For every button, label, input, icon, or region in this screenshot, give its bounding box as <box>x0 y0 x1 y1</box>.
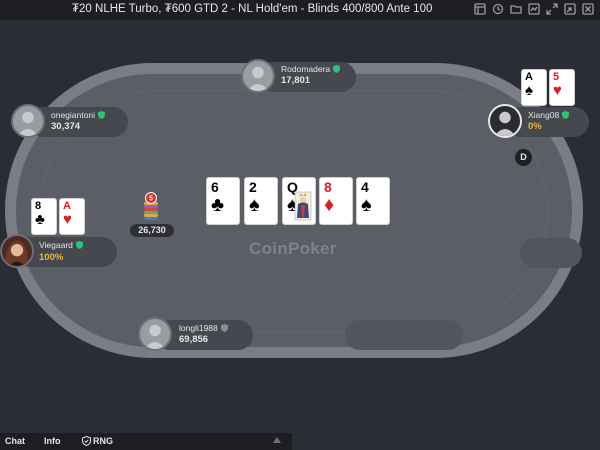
coinpoker-logo: CoinPoker <box>249 239 337 258</box>
card-rank: 4 <box>361 179 369 195</box>
hole-card-2: 5 ♥ <box>549 69 575 106</box>
player-stack: 69,856 <box>179 334 209 345</box>
history-icon[interactable] <box>492 3 504 15</box>
card-suit: ♣ <box>211 194 225 216</box>
expand-icon[interactable] <box>546 3 558 15</box>
chip-stack-icon: 5 <box>144 192 158 220</box>
card-suit: ♥ <box>63 211 72 228</box>
title-bar-icons <box>474 3 594 15</box>
board-card-5: 4 ♠ <box>356 177 390 225</box>
card-suit: ♠ <box>525 82 533 99</box>
card-suit: ♠ <box>249 194 260 216</box>
avatar <box>138 317 172 351</box>
player-name: onegiantoni <box>51 110 105 120</box>
chat-tab[interactable]: Chat <box>5 436 25 446</box>
player-name: Rodomadera <box>281 64 341 74</box>
board-card-1: 6 ♣ <box>206 177 240 225</box>
card-suit: ♣ <box>35 211 45 228</box>
hole-card-1: 8 ♣ <box>31 198 57 235</box>
avatar <box>0 234 34 268</box>
board-card-4: 8 ♦ <box>319 177 353 225</box>
unverified-shield-icon <box>220 324 228 332</box>
poker-table-window: ₮20 NLHE Turbo, ₮600 GTD 2 - NL Hold'em … <box>0 0 600 450</box>
chevron-up-icon[interactable] <box>273 437 281 443</box>
rng-tab[interactable]: RNG <box>82 436 113 446</box>
shrink-icon[interactable] <box>564 3 576 15</box>
player-name: Viegaard <box>39 240 83 250</box>
chart-icon[interactable] <box>528 3 540 15</box>
card-rank: 8 <box>324 179 332 195</box>
shield-icon <box>82 436 91 446</box>
player-stack: 30,374 <box>51 121 81 132</box>
window-title: ₮20 NLHE Turbo, ₮600 GTD 2 - NL Hold'em … <box>72 3 433 15</box>
info-tab[interactable]: Info <box>44 436 61 446</box>
avatar <box>241 59 275 93</box>
queen-face-icon <box>294 191 312 221</box>
grid-icon[interactable] <box>474 3 486 15</box>
hole-card-1: A ♠ <box>521 69 547 106</box>
folder-icon[interactable] <box>510 3 522 15</box>
player-name: longli1988 <box>179 323 228 333</box>
player-stack: 17,801 <box>281 75 311 86</box>
pot-amount: 26,730 <box>130 224 174 237</box>
avatar <box>488 104 522 138</box>
empty-seat-right[interactable] <box>520 238 582 268</box>
chip-top-value: 5 <box>149 196 153 203</box>
player-stack: 0% <box>528 121 542 132</box>
verified-shield-icon <box>97 111 105 119</box>
player-name: Xiang08 <box>528 110 570 120</box>
card-rank: 6 <box>211 179 219 195</box>
bottom-bar: Chat Info RNG <box>0 433 292 450</box>
verified-shield-icon <box>562 111 570 119</box>
card-suit: ♠ <box>361 194 372 216</box>
title-bar: ₮20 NLHE Turbo, ₮600 GTD 2 - NL Hold'em … <box>0 0 600 20</box>
avatar <box>11 104 45 138</box>
close-icon[interactable] <box>582 3 594 15</box>
board-card-2: 2 ♠ <box>244 177 278 225</box>
card-suit: ♦ <box>324 194 335 216</box>
verified-shield-icon <box>75 241 83 249</box>
rng-label: RNG <box>93 436 113 446</box>
card-rank: 2 <box>249 179 257 195</box>
card-suit: ♥ <box>553 82 562 99</box>
player-stack: 100% <box>39 252 64 263</box>
board-card-3: Q ♠ <box>282 177 316 225</box>
hole-card-2: A ♥ <box>59 198 85 235</box>
dealer-button: D <box>515 149 532 166</box>
empty-seat-bottom-right[interactable] <box>345 320 463 350</box>
verified-shield-icon <box>333 65 341 73</box>
